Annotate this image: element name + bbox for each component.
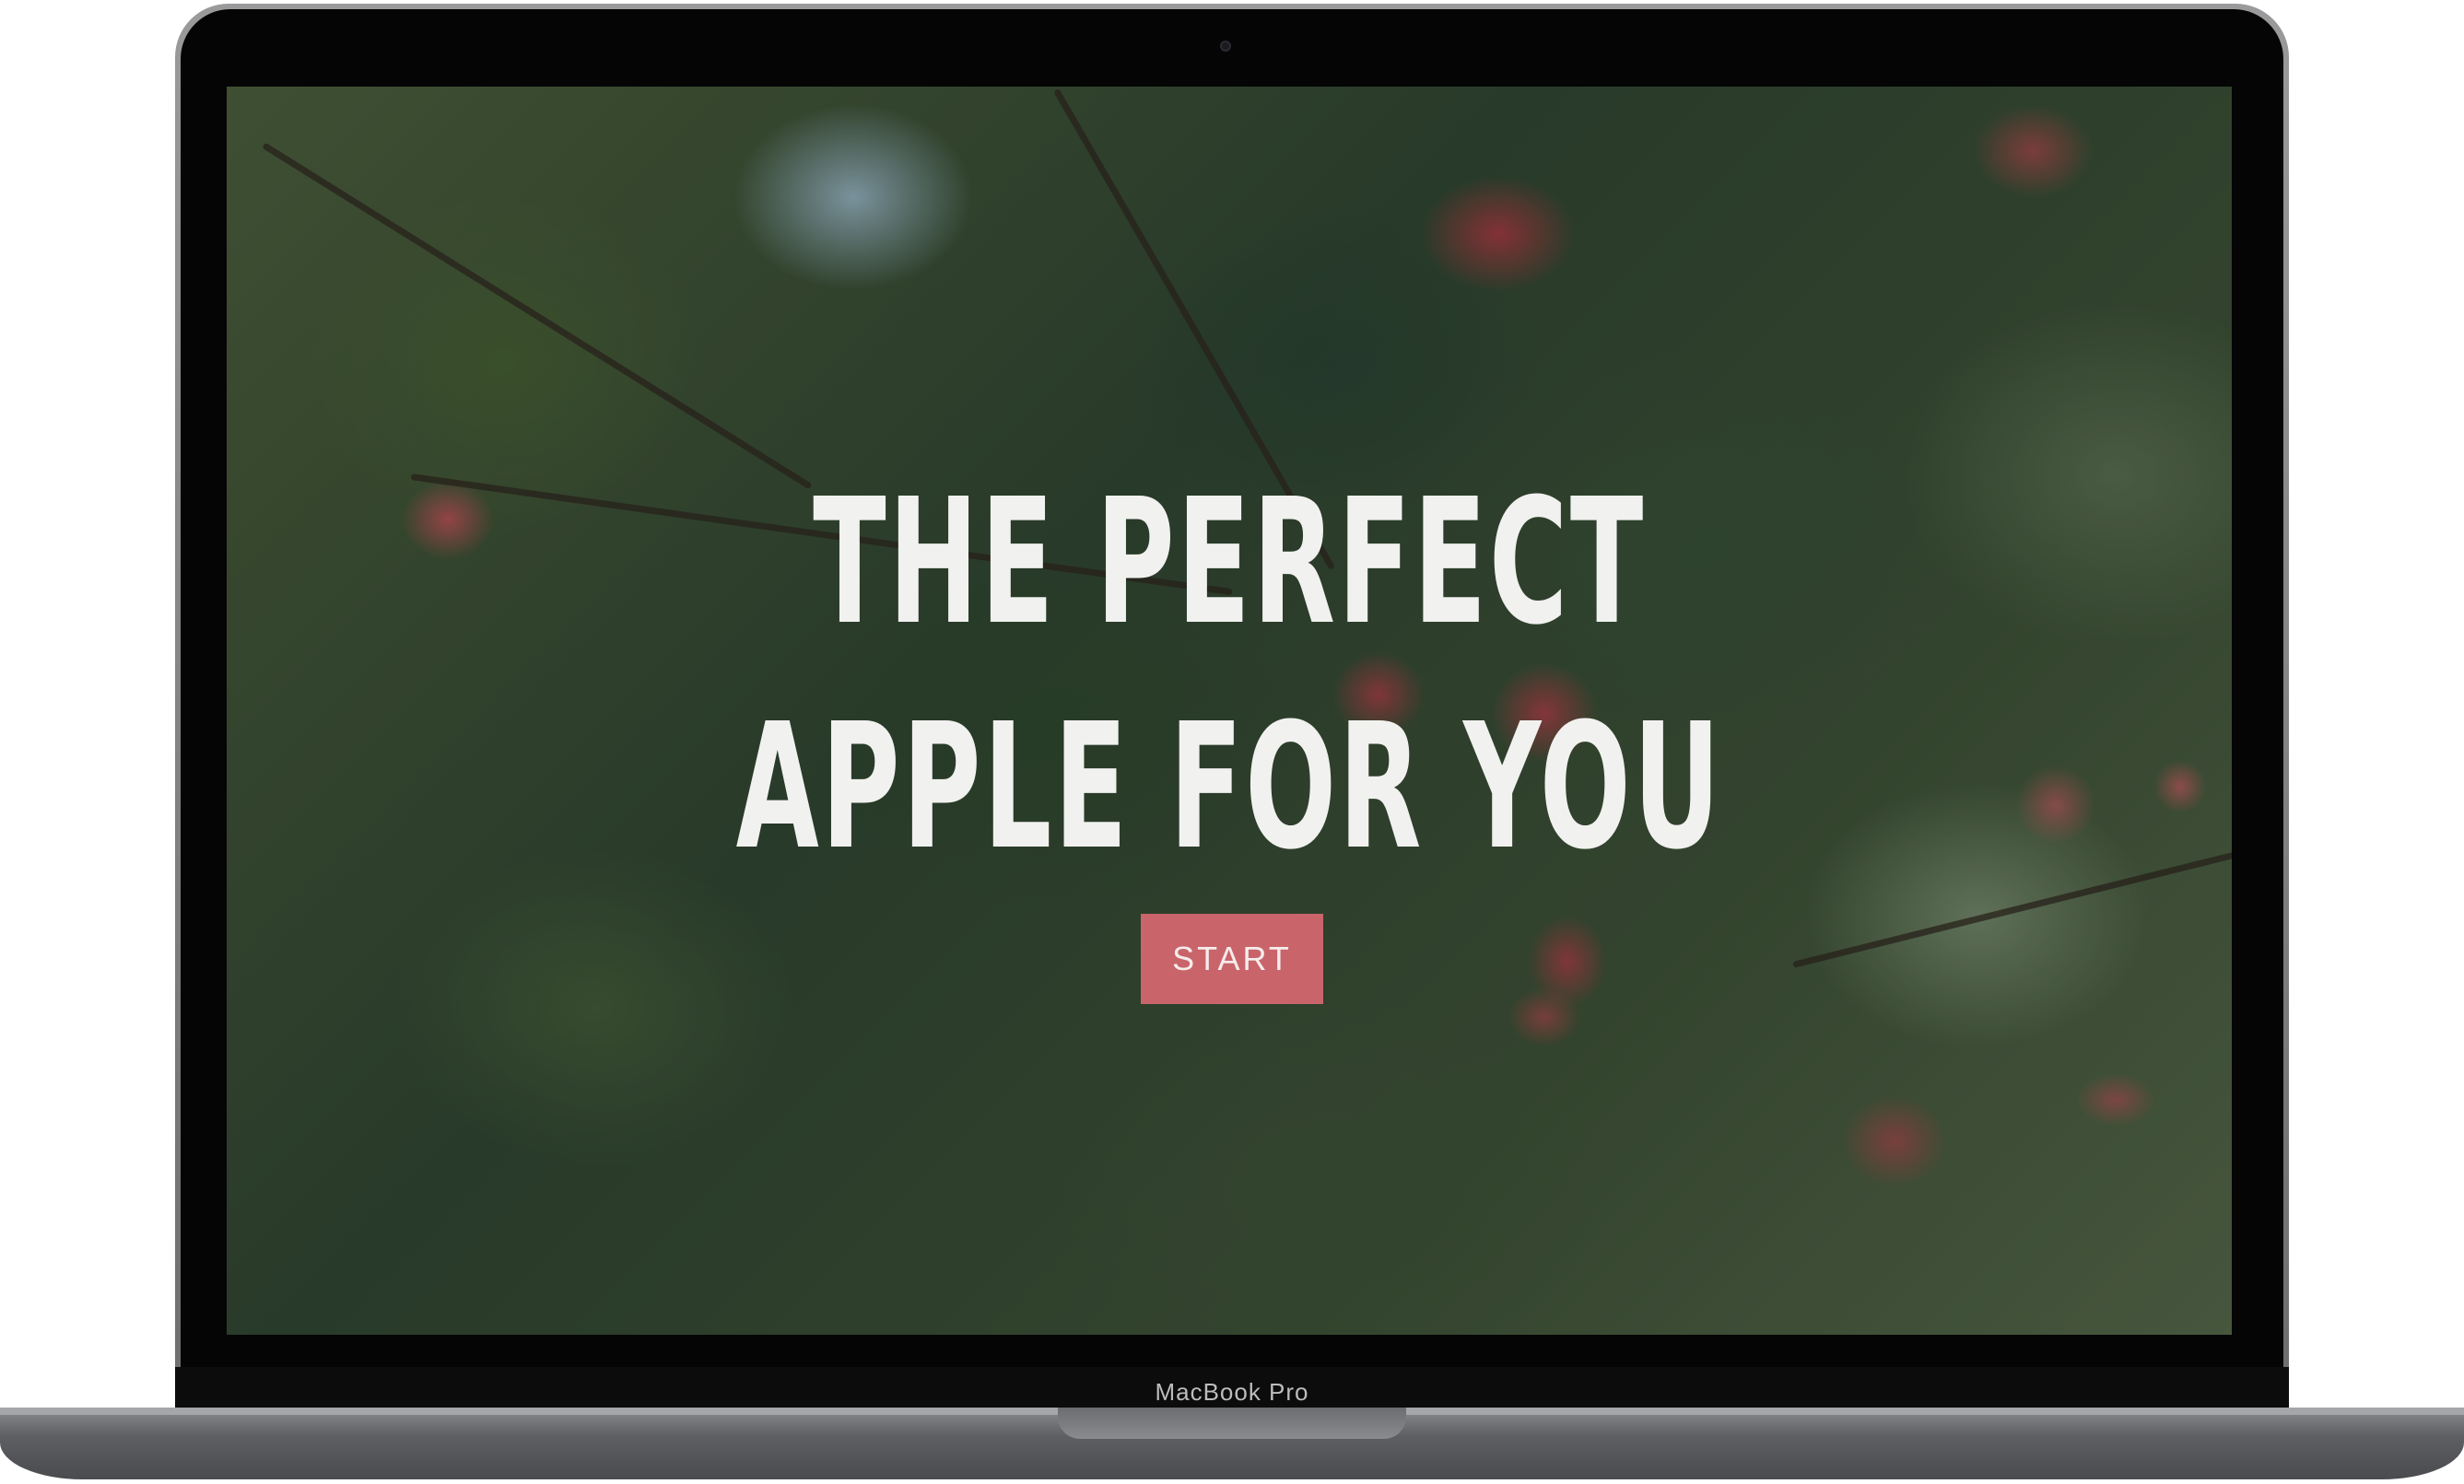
- laptop-mockup: THE PERFECT APPLE FOR YOU START MacBook …: [0, 0, 2464, 1484]
- start-button[interactable]: START: [1141, 914, 1323, 1004]
- device-model-label: MacBook Pro: [1155, 1378, 1309, 1406]
- camera-icon: [1220, 41, 1231, 52]
- laptop-notch: [1058, 1408, 1406, 1439]
- website-screen: THE PERFECT APPLE FOR YOU START: [227, 87, 2232, 1335]
- hero-section: THE PERFECT APPLE FOR YOU START: [227, 87, 2232, 1335]
- hero-title: THE PERFECT APPLE FOR YOU: [735, 462, 1723, 888]
